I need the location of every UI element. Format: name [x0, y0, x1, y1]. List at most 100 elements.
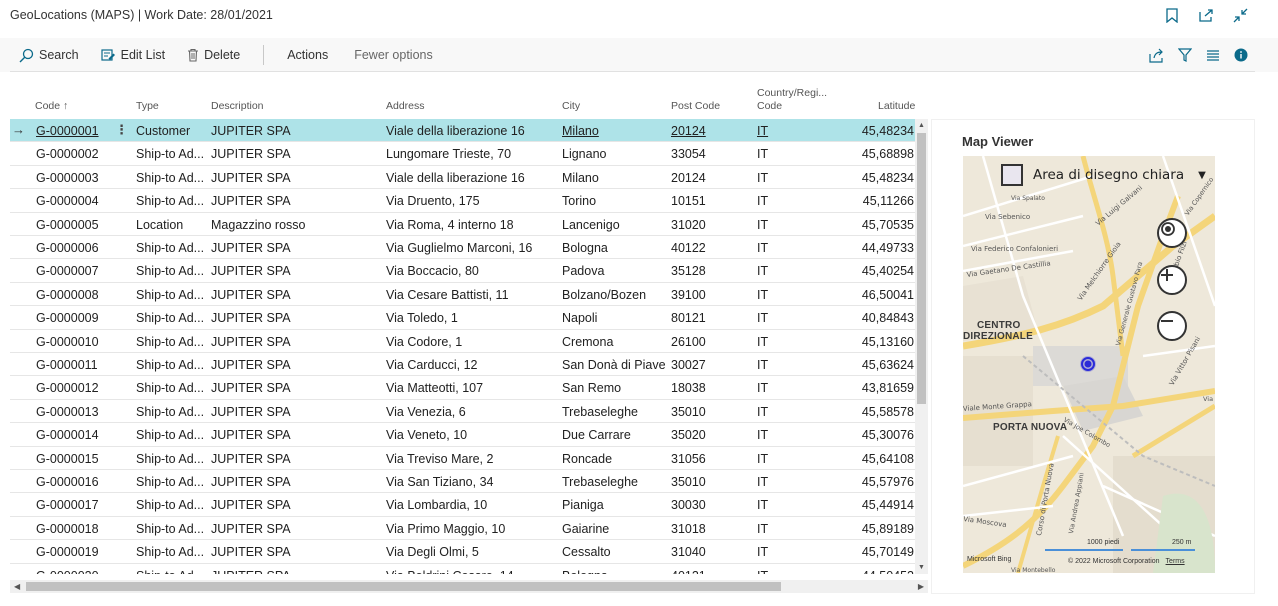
search-button[interactable]: Search	[16, 42, 82, 68]
horizontal-scrollbar[interactable]: ◀ ▶	[10, 580, 928, 593]
table-row[interactable]: G-0000017 Ship-to Ad... JUPITER SPA Via Lom…	[10, 493, 915, 517]
cell-code[interactable]: G-0000001	[36, 124, 106, 138]
cell-code[interactable]: G-0000006	[36, 241, 106, 255]
cell-latitude: 45,11266	[862, 194, 914, 209]
collapse-icon[interactable]	[1230, 6, 1250, 24]
cell-code[interactable]: G-0000015	[36, 452, 106, 466]
cell-description: JUPITER SPA	[211, 381, 291, 396]
cell-code[interactable]: G-0000009	[36, 311, 106, 325]
map-style-selector[interactable]: Area di disegno chiara ▼	[1001, 164, 1206, 186]
bing-logo: Microsoft Bing	[967, 556, 1011, 563]
table-row[interactable]: G-0000002 Ship-to Ad... JUPITER SPA Lungoma…	[10, 142, 915, 166]
cell-country: IT	[757, 287, 769, 302]
zoom-out-button[interactable]	[1157, 311, 1187, 341]
table-row[interactable]: G-0000018 Ship-to Ad... JUPITER SPA Via Pri…	[10, 517, 915, 541]
col-header-country-line1[interactable]: Country/Regi...	[757, 87, 827, 99]
cell-code[interactable]: G-0000008	[36, 288, 106, 302]
locate-me-button[interactable]	[1157, 218, 1187, 248]
scroll-right-icon[interactable]: ▶	[918, 582, 924, 591]
edit-list-button[interactable]: Edit List	[98, 42, 168, 68]
cell-description: JUPITER SPA	[211, 451, 291, 466]
cell-country: IT	[757, 451, 769, 466]
terms-link[interactable]: Terms	[1166, 558, 1185, 565]
map-viewer-factbox: Map Viewer Via Sebenico Via Federico Con…	[931, 119, 1255, 594]
open-new-window-icon[interactable]	[1196, 6, 1216, 24]
table-row[interactable]: G-0000015 Ship-to Ad... JUPITER SPA Via Tre…	[10, 447, 915, 470]
cell-code[interactable]: G-0000007	[36, 264, 106, 278]
cell-code[interactable]: G-0000003	[36, 171, 106, 185]
vertical-scrollbar[interactable]: ▲ ▼	[915, 119, 928, 574]
list-view-icon[interactable]	[1204, 46, 1222, 64]
cell-code[interactable]: G-0000010	[36, 335, 106, 349]
cell-code[interactable]: G-0000018	[36, 522, 106, 536]
cell-code[interactable]: G-0000019	[36, 545, 106, 559]
info-icon[interactable]	[1232, 46, 1250, 64]
share-icon[interactable]	[1148, 46, 1166, 64]
cell-description: JUPITER SPA	[211, 404, 291, 419]
col-header-description[interactable]: Description	[211, 100, 264, 112]
table-row[interactable]: G-0000019 Ship-to Ad... JUPITER SPA Via Deg…	[10, 540, 915, 564]
cell-address: Via Veneto, 10	[386, 428, 468, 443]
cell-address: Via Lombardia, 10	[386, 498, 488, 513]
cell-type: Location	[136, 217, 184, 232]
table-row[interactable]: G-0000010 Ship-to Ad... JUPITER SPA Via Cod…	[10, 330, 915, 353]
cell-city: Roncade	[562, 451, 613, 466]
table-row[interactable]: G-0000011 Ship-to Ad... JUPITER SPA Via Car…	[10, 353, 915, 377]
cell-post-code: 31018	[671, 521, 706, 536]
zoom-in-button[interactable]	[1157, 265, 1187, 295]
cell-code[interactable]: G-0000011	[36, 358, 106, 372]
cell-code[interactable]: G-0000017	[36, 498, 106, 512]
cell-code[interactable]: G-0000016	[36, 475, 106, 489]
table-row[interactable]: G-0000013 Ship-to Ad... JUPITER SPA Via Ven…	[10, 400, 915, 424]
cell-country: IT	[757, 498, 769, 513]
row-menu-icon[interactable]: ⋮	[115, 122, 128, 138]
cell-code[interactable]: G-0000020	[36, 569, 106, 574]
search-label: Search	[39, 48, 79, 62]
filter-icon[interactable]	[1176, 46, 1194, 64]
scale-feet: 1000 piedi	[1087, 539, 1120, 546]
cell-code[interactable]: G-0000002	[36, 147, 106, 161]
scroll-left-icon[interactable]: ◀	[14, 582, 20, 591]
table-row[interactable]: G-0000020 Ship-to Ad... JUPITER SPA Via Bol…	[10, 564, 915, 574]
col-header-post-code[interactable]: Post Code	[671, 100, 720, 112]
delete-button[interactable]: Delete	[184, 42, 243, 68]
table-row[interactable]: → ⋮ G-0000001 Customer JUPITER SPA Viale dell…	[10, 119, 915, 143]
cell-code[interactable]: G-0000005	[36, 218, 106, 232]
cell-post-code: 10151	[671, 194, 706, 209]
cell-post-code: 31040	[671, 545, 706, 560]
bookmark-icon[interactable]	[1162, 6, 1182, 24]
fewer-options-button[interactable]: Fewer options	[351, 42, 436, 68]
scroll-down-icon[interactable]: ▼	[918, 564, 925, 571]
cell-code[interactable]: G-0000014	[36, 428, 106, 442]
col-header-city[interactable]: City	[562, 100, 580, 112]
table-row[interactable]: G-0000007 Ship-to Ad... JUPITER SPA Via Boc…	[10, 259, 915, 283]
scroll-up-icon[interactable]: ▲	[918, 122, 925, 129]
table-row[interactable]: G-0000008 Ship-to Ad... JUPITER SPA Via Ces…	[10, 283, 915, 307]
table-row[interactable]: G-0000014 Ship-to Ad... JUPITER SPA Via Ven…	[10, 423, 915, 447]
vertical-scroll-thumb[interactable]	[917, 133, 926, 404]
table-row[interactable]: G-0000006 Ship-to Ad... JUPITER SPA Via Gug…	[10, 236, 915, 260]
cell-post-code: 30027	[671, 358, 706, 372]
col-header-latitude[interactable]: Latitude	[878, 100, 915, 112]
table-row[interactable]: G-0000012 Ship-to Ad... JUPITER SPA Via Mat…	[10, 376, 915, 400]
actions-menu[interactable]: Actions	[284, 42, 331, 68]
cell-code[interactable]: G-0000012	[36, 381, 106, 395]
col-header-type[interactable]: Type	[136, 100, 159, 112]
table-row[interactable]: G-0000016 Ship-to Ad... JUPITER SPA Via San…	[10, 470, 915, 494]
cell-country: IT	[757, 569, 797, 574]
table-row[interactable]: G-0000005 Location Magazzino rosso Via Roma…	[10, 213, 915, 236]
col-header-code[interactable]: Code ↑	[35, 100, 68, 112]
cell-latitude: 45,58578	[861, 404, 914, 419]
cell-post-code: 40121	[671, 569, 751, 574]
col-header-address[interactable]: Address	[386, 100, 425, 112]
horizontal-scroll-thumb[interactable]	[26, 582, 781, 591]
table-row[interactable]: G-0000004 Ship-to Ad... JUPITER SPA Via Dru…	[10, 189, 915, 213]
locate-icon	[1161, 222, 1175, 236]
cell-code[interactable]: G-0000004	[36, 194, 106, 208]
col-header-country-line2[interactable]: Code	[757, 100, 782, 112]
map[interactable]: Via Sebenico Via Federico Confalonieri V…	[963, 156, 1215, 573]
table-row[interactable]: G-0000003 Ship-to Ad... JUPITER SPA Viale d…	[10, 166, 915, 190]
cell-code[interactable]: G-0000013	[36, 405, 106, 419]
table-row[interactable]: G-0000009 Ship-to Ad... JUPITER SPA Via Tol…	[10, 306, 915, 330]
cell-city: Lancenigo	[562, 217, 620, 232]
